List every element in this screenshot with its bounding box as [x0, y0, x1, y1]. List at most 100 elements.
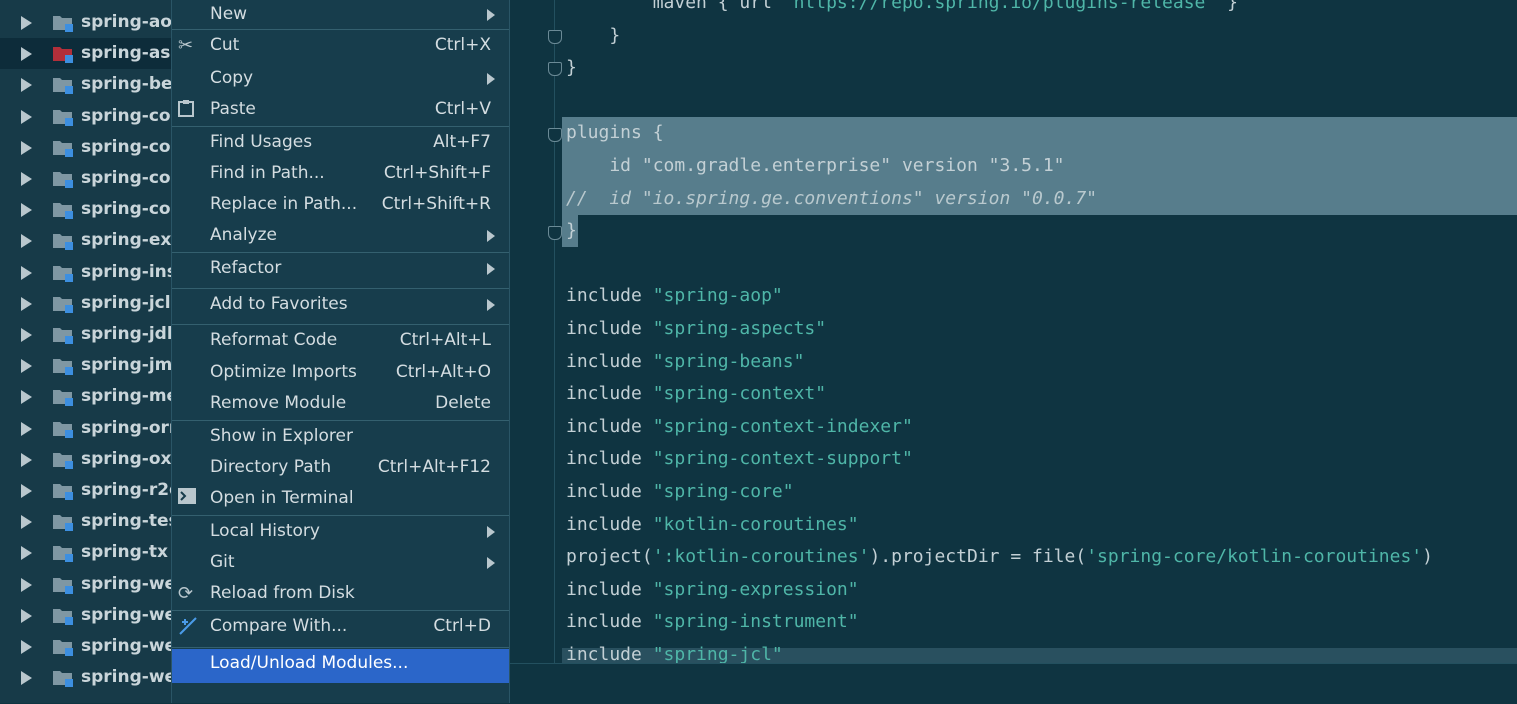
tree-item-label: spring-web: [81, 636, 172, 656]
code-line[interactable]: plugins {: [566, 122, 664, 143]
menu-item-reload-from-disk[interactable]: ⟳ Reload from Disk: [172, 579, 509, 612]
expand-arrow-icon[interactable]: [21, 640, 32, 654]
expand-arrow-icon[interactable]: [21, 47, 32, 62]
menu-item-replace-in-path[interactable]: Replace in Path... Ctrl+Shift+R: [172, 190, 509, 221]
tree-item-module[interactable]: spring-jdb: [0, 319, 172, 350]
expand-arrow-icon[interactable]: [21, 577, 32, 592]
code-editor[interactable]: maven { url 'https://repo.spring.io/plug…: [508, 0, 1517, 663]
menu-item-analyze[interactable]: Analyze: [172, 221, 509, 254]
tree-item-module[interactable]: spring-jcl: [0, 288, 172, 319]
tree-item-module[interactable]: spring-con: [0, 101, 172, 132]
code-line[interactable]: id "com.gradle.enterprise" version "3.5.…: [566, 155, 1064, 176]
tree-item-module[interactable]: spring-aop: [0, 7, 172, 38]
menu-item-remove-module[interactable]: Remove Module Delete: [172, 389, 509, 422]
fold-marker-icon[interactable]: [548, 128, 562, 142]
tree-item-module[interactable]: spring-core: [0, 194, 172, 225]
tree-item-module[interactable]: spring-con: [0, 163, 172, 194]
menu-item-copy[interactable]: Copy: [172, 64, 509, 95]
menu-item-add-to-favorites[interactable]: Add to Favorites: [172, 290, 509, 326]
code-line[interactable]: include "spring-aop": [566, 285, 783, 306]
menu-item-directory-path[interactable]: Directory Path Ctrl+Alt+F12: [172, 453, 509, 484]
expand-arrow-icon[interactable]: [21, 390, 32, 405]
code-line[interactable]: include "spring-beans": [566, 351, 804, 372]
expand-arrow-icon[interactable]: [21, 234, 32, 249]
menu-item-find-in-path[interactable]: Find in Path... Ctrl+Shift+F: [172, 159, 509, 190]
tree-item-module[interactable]: spring-web: [0, 600, 172, 631]
menu-item-load-unload-modules[interactable]: Load/Unload Modules...: [172, 649, 509, 683]
string-literal: "spring-aop": [652, 285, 783, 307]
menu-item-refactor[interactable]: Refactor: [172, 254, 509, 290]
tree-item-module[interactable]: spring-web: [0, 569, 172, 600]
tree-item-module[interactable]: spring-jms: [0, 350, 172, 381]
code-line[interactable]: include "spring-expression": [566, 579, 859, 600]
menu-item-paste[interactable]: Paste Ctrl+V: [172, 95, 509, 128]
expand-arrow-icon[interactable]: [21, 421, 32, 436]
menu-item-shortcut: Ctrl+Alt+F12: [377, 457, 491, 477]
expand-arrow-icon[interactable]: [21, 484, 32, 498]
code-line[interactable]: include "kotlin-coroutines": [566, 514, 859, 535]
expand-arrow-icon[interactable]: [21, 515, 32, 530]
menu-item-git[interactable]: Git: [172, 548, 509, 579]
menu-item-new[interactable]: New: [172, 0, 509, 31]
tree-item-module[interactable]: spring-mes: [0, 381, 172, 412]
context-menu: New ✂ Cut Ctrl+X Copy Paste Ctrl+V Find Usages A…: [171, 0, 510, 703]
tree-item-module[interactable]: spring-exp: [0, 225, 172, 256]
menu-item-compare-with[interactable]: Compare With... Ctrl+D: [172, 612, 509, 649]
code-line[interactable]: include "spring-instrument": [566, 611, 859, 632]
code-line[interactable]: maven { url 'https://repo.spring.io/plug…: [566, 0, 1238, 13]
menu-item-label: Directory Path: [210, 457, 332, 477]
tree-item-module[interactable]: spring-web: [0, 662, 172, 693]
tree-item-label: spring-con: [81, 168, 172, 188]
expand-arrow-icon[interactable]: [21, 265, 32, 280]
expand-arrow-icon[interactable]: [21, 546, 32, 561]
expand-arrow-icon[interactable]: [21, 359, 32, 374]
menu-item-show-in-explorer[interactable]: Show in Explorer: [172, 422, 509, 453]
code-line[interactable]: project(':kotlin-coroutines').projectDir…: [566, 546, 1433, 567]
tree-item-module[interactable]: spring-inst: [0, 257, 172, 288]
code-token: ).projectDir = file(: [869, 546, 1087, 568]
menu-item-open-in-terminal[interactable]: Open in Terminal: [172, 484, 509, 517]
tree-item-module[interactable]: spring-r2d: [0, 475, 172, 506]
code-line[interactable]: include "spring-jcl": [566, 644, 783, 663]
menu-item-find-usages[interactable]: Find Usages Alt+F7: [172, 128, 509, 159]
tree-item-module[interactable]: spring-oxn: [0, 444, 172, 475]
code-line[interactable]: // id "io.spring.ge.conventions" version…: [566, 188, 1097, 209]
menu-item-cut[interactable]: ✂ Cut Ctrl+X: [172, 31, 509, 64]
expand-arrow-icon[interactable]: [21, 328, 32, 342]
expand-arrow-icon[interactable]: [21, 608, 32, 623]
fold-marker-icon[interactable]: [548, 226, 562, 240]
tree-item-module[interactable]: spring-asp: [0, 38, 172, 70]
module-folder-icon: [52, 232, 74, 251]
menu-item-local-history[interactable]: Local History: [172, 517, 509, 548]
expand-arrow-icon[interactable]: [21, 16, 32, 30]
expand-arrow-icon[interactable]: [21, 296, 32, 311]
code-line[interactable]: include "spring-core": [566, 481, 794, 502]
tree-item-module[interactable]: spring-tx: [0, 537, 172, 568]
menu-item-label: Show in Explorer: [210, 426, 353, 446]
tree-item-module[interactable]: spring-test: [0, 506, 172, 537]
tree-item-label: spring-jms: [81, 355, 172, 376]
code-line[interactable]: }: [566, 25, 620, 46]
code-line[interactable]: include "spring-context": [566, 383, 826, 404]
expand-arrow-icon[interactable]: [21, 78, 32, 93]
menu-item-reformat-code[interactable]: Reformat Code Ctrl+Alt+L: [172, 326, 509, 358]
tree-item-module[interactable]: spring-con: [0, 132, 172, 163]
expand-arrow-icon[interactable]: [21, 172, 32, 186]
expand-arrow-icon[interactable]: [21, 109, 32, 124]
code-line[interactable]: include "spring-context-indexer": [566, 416, 913, 437]
expand-arrow-icon[interactable]: [21, 671, 32, 686]
tree-item-module[interactable]: spring-bea: [0, 69, 172, 100]
tree-item-module[interactable]: spring-web: [0, 631, 172, 662]
fold-marker-icon[interactable]: [548, 62, 562, 76]
code-line[interactable]: }: [566, 220, 577, 241]
menu-item-optimize-imports[interactable]: Optimize Imports Ctrl+Alt+O: [172, 358, 509, 389]
tree-item-module[interactable]: spring-orm: [0, 413, 172, 444]
expand-arrow-icon[interactable]: [21, 452, 32, 467]
expand-arrow-icon[interactable]: [21, 203, 32, 218]
code-token: include: [566, 415, 653, 437]
code-line[interactable]: include "spring-aspects": [566, 318, 826, 339]
fold-marker-icon[interactable]: [548, 30, 562, 44]
code-line[interactable]: }: [566, 57, 577, 78]
expand-arrow-icon[interactable]: [21, 140, 32, 155]
code-line[interactable]: include "spring-context-support": [566, 448, 913, 469]
